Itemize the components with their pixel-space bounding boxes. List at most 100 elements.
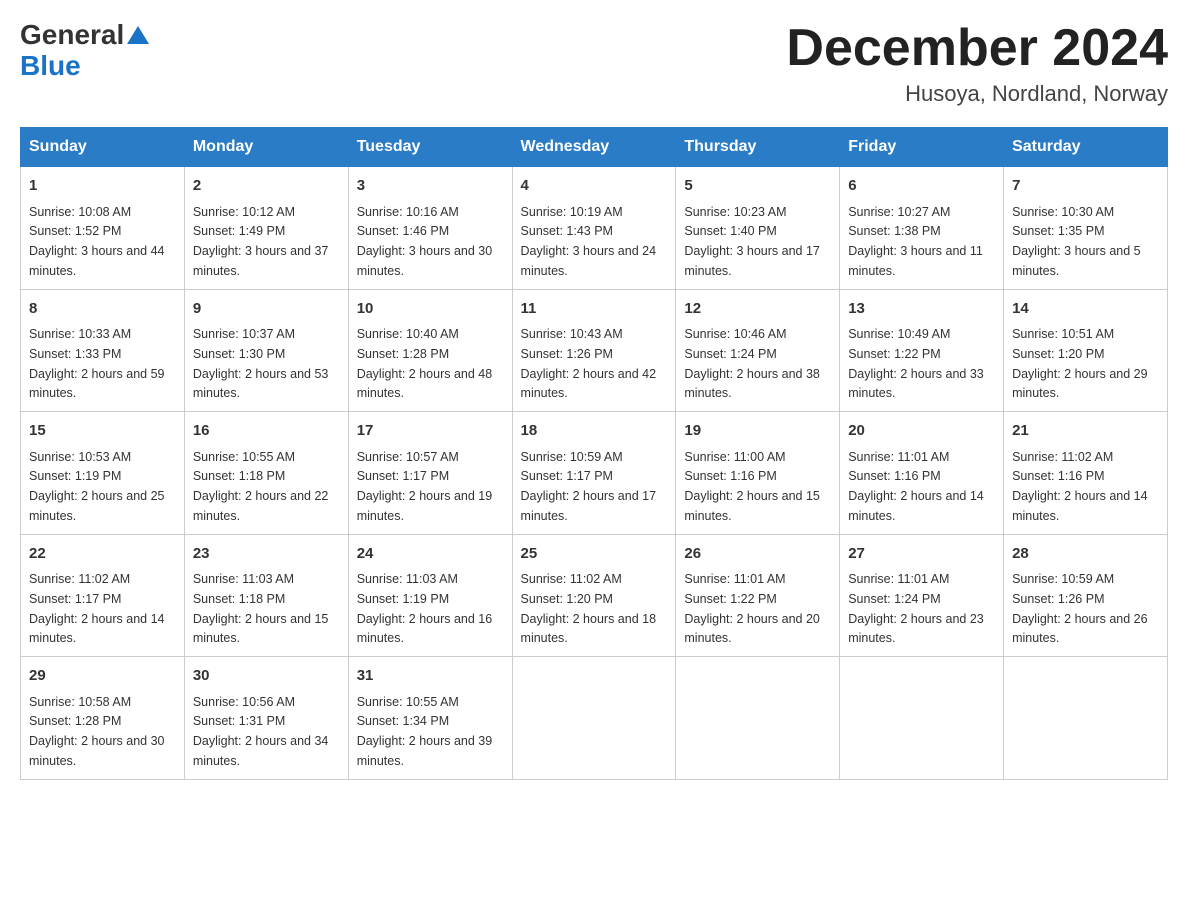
day-number: 16	[193, 420, 340, 443]
day-info: Sunrise: 10:51 AMSunset: 1:20 PMDaylight…	[1012, 327, 1148, 400]
header-thursday: Thursday	[676, 128, 840, 167]
header-sunday: Sunday	[21, 128, 185, 167]
day-number: 2	[193, 175, 340, 198]
location-subtitle: Husoya, Nordland, Norway	[786, 81, 1168, 107]
day-info: Sunrise: 10:08 AMSunset: 1:52 PMDaylight…	[29, 205, 165, 278]
calendar-week-row: 22 Sunrise: 11:02 AMSunset: 1:17 PMDayli…	[21, 534, 1168, 657]
table-row	[1004, 657, 1168, 780]
table-row: 15 Sunrise: 10:53 AMSunset: 1:19 PMDayli…	[21, 412, 185, 535]
day-info: Sunrise: 11:00 AMSunset: 1:16 PMDaylight…	[684, 450, 820, 523]
day-number: 5	[684, 175, 831, 198]
logo: General Blue	[20, 20, 149, 82]
calendar-table: Sunday Monday Tuesday Wednesday Thursday…	[20, 127, 1168, 780]
day-info: Sunrise: 11:01 AMSunset: 1:24 PMDaylight…	[848, 572, 984, 645]
day-number: 11	[521, 298, 668, 321]
table-row: 24 Sunrise: 11:03 AMSunset: 1:19 PMDayli…	[348, 534, 512, 657]
day-number: 29	[29, 665, 176, 688]
day-number: 30	[193, 665, 340, 688]
calendar-week-row: 8 Sunrise: 10:33 AMSunset: 1:33 PMDaylig…	[21, 289, 1168, 412]
table-row: 6 Sunrise: 10:27 AMSunset: 1:38 PMDaylig…	[840, 167, 1004, 290]
logo-triangle-icon	[127, 22, 149, 44]
header-friday: Friday	[840, 128, 1004, 167]
table-row: 8 Sunrise: 10:33 AMSunset: 1:33 PMDaylig…	[21, 289, 185, 412]
day-info: Sunrise: 10:12 AMSunset: 1:49 PMDaylight…	[193, 205, 329, 278]
table-row: 16 Sunrise: 10:55 AMSunset: 1:18 PMDayli…	[184, 412, 348, 535]
table-row: 9 Sunrise: 10:37 AMSunset: 1:30 PMDaylig…	[184, 289, 348, 412]
calendar-header-row: Sunday Monday Tuesday Wednesday Thursday…	[21, 128, 1168, 167]
table-row: 22 Sunrise: 11:02 AMSunset: 1:17 PMDayli…	[21, 534, 185, 657]
table-row	[840, 657, 1004, 780]
day-number: 27	[848, 543, 995, 566]
table-row: 11 Sunrise: 10:43 AMSunset: 1:26 PMDayli…	[512, 289, 676, 412]
table-row: 31 Sunrise: 10:55 AMSunset: 1:34 PMDayli…	[348, 657, 512, 780]
day-number: 1	[29, 175, 176, 198]
table-row: 28 Sunrise: 10:59 AMSunset: 1:26 PMDayli…	[1004, 534, 1168, 657]
day-info: Sunrise: 11:02 AMSunset: 1:17 PMDaylight…	[29, 572, 165, 645]
calendar-week-row: 15 Sunrise: 10:53 AMSunset: 1:19 PMDayli…	[21, 412, 1168, 535]
day-number: 21	[1012, 420, 1159, 443]
day-info: Sunrise: 10:55 AMSunset: 1:34 PMDaylight…	[357, 695, 493, 768]
day-number: 23	[193, 543, 340, 566]
day-info: Sunrise: 10:58 AMSunset: 1:28 PMDaylight…	[29, 695, 165, 768]
day-number: 6	[848, 175, 995, 198]
table-row: 18 Sunrise: 10:59 AMSunset: 1:17 PMDayli…	[512, 412, 676, 535]
day-info: Sunrise: 11:03 AMSunset: 1:18 PMDaylight…	[193, 572, 329, 645]
day-info: Sunrise: 11:02 AMSunset: 1:20 PMDaylight…	[521, 572, 657, 645]
day-number: 17	[357, 420, 504, 443]
day-number: 3	[357, 175, 504, 198]
day-info: Sunrise: 10:56 AMSunset: 1:31 PMDaylight…	[193, 695, 329, 768]
day-number: 8	[29, 298, 176, 321]
day-info: Sunrise: 10:33 AMSunset: 1:33 PMDaylight…	[29, 327, 165, 400]
table-row: 3 Sunrise: 10:16 AMSunset: 1:46 PMDaylig…	[348, 167, 512, 290]
day-info: Sunrise: 10:59 AMSunset: 1:17 PMDaylight…	[521, 450, 657, 523]
table-row: 20 Sunrise: 11:01 AMSunset: 1:16 PMDayli…	[840, 412, 1004, 535]
table-row: 17 Sunrise: 10:57 AMSunset: 1:17 PMDayli…	[348, 412, 512, 535]
day-info: Sunrise: 11:01 AMSunset: 1:16 PMDaylight…	[848, 450, 984, 523]
day-info: Sunrise: 10:49 AMSunset: 1:22 PMDaylight…	[848, 327, 984, 400]
table-row: 5 Sunrise: 10:23 AMSunset: 1:40 PMDaylig…	[676, 167, 840, 290]
day-number: 20	[848, 420, 995, 443]
table-row: 27 Sunrise: 11:01 AMSunset: 1:24 PMDayli…	[840, 534, 1004, 657]
day-info: Sunrise: 11:02 AMSunset: 1:16 PMDaylight…	[1012, 450, 1148, 523]
table-row: 2 Sunrise: 10:12 AMSunset: 1:49 PMDaylig…	[184, 167, 348, 290]
table-row: 1 Sunrise: 10:08 AMSunset: 1:52 PMDaylig…	[21, 167, 185, 290]
day-info: Sunrise: 10:27 AMSunset: 1:38 PMDaylight…	[848, 205, 983, 278]
table-row: 10 Sunrise: 10:40 AMSunset: 1:28 PMDayli…	[348, 289, 512, 412]
header-saturday: Saturday	[1004, 128, 1168, 167]
table-row: 23 Sunrise: 11:03 AMSunset: 1:18 PMDayli…	[184, 534, 348, 657]
day-number: 25	[521, 543, 668, 566]
day-info: Sunrise: 10:40 AMSunset: 1:28 PMDaylight…	[357, 327, 493, 400]
day-info: Sunrise: 10:59 AMSunset: 1:26 PMDaylight…	[1012, 572, 1148, 645]
day-info: Sunrise: 10:16 AMSunset: 1:46 PMDaylight…	[357, 205, 493, 278]
day-info: Sunrise: 10:37 AMSunset: 1:30 PMDaylight…	[193, 327, 329, 400]
calendar-week-row: 29 Sunrise: 10:58 AMSunset: 1:28 PMDayli…	[21, 657, 1168, 780]
day-info: Sunrise: 10:53 AMSunset: 1:19 PMDaylight…	[29, 450, 165, 523]
day-info: Sunrise: 10:46 AMSunset: 1:24 PMDaylight…	[684, 327, 820, 400]
table-row: 30 Sunrise: 10:56 AMSunset: 1:31 PMDayli…	[184, 657, 348, 780]
table-row: 7 Sunrise: 10:30 AMSunset: 1:35 PMDaylig…	[1004, 167, 1168, 290]
day-info: Sunrise: 11:03 AMSunset: 1:19 PMDaylight…	[357, 572, 493, 645]
day-number: 31	[357, 665, 504, 688]
day-number: 13	[848, 298, 995, 321]
day-number: 15	[29, 420, 176, 443]
day-info: Sunrise: 10:43 AMSunset: 1:26 PMDaylight…	[521, 327, 657, 400]
day-number: 7	[1012, 175, 1159, 198]
title-section: December 2024 Husoya, Nordland, Norway	[786, 20, 1168, 107]
header-wednesday: Wednesday	[512, 128, 676, 167]
table-row: 21 Sunrise: 11:02 AMSunset: 1:16 PMDayli…	[1004, 412, 1168, 535]
header-monday: Monday	[184, 128, 348, 167]
table-row: 25 Sunrise: 11:02 AMSunset: 1:20 PMDayli…	[512, 534, 676, 657]
day-info: Sunrise: 11:01 AMSunset: 1:22 PMDaylight…	[684, 572, 820, 645]
day-number: 12	[684, 298, 831, 321]
logo-blue-text: Blue	[20, 50, 81, 81]
day-info: Sunrise: 10:30 AMSunset: 1:35 PMDaylight…	[1012, 205, 1141, 278]
table-row: 26 Sunrise: 11:01 AMSunset: 1:22 PMDayli…	[676, 534, 840, 657]
table-row: 19 Sunrise: 11:00 AMSunset: 1:16 PMDayli…	[676, 412, 840, 535]
day-number: 10	[357, 298, 504, 321]
day-number: 26	[684, 543, 831, 566]
month-title: December 2024	[786, 20, 1168, 77]
day-info: Sunrise: 10:23 AMSunset: 1:40 PMDaylight…	[684, 205, 820, 278]
table-row: 4 Sunrise: 10:19 AMSunset: 1:43 PMDaylig…	[512, 167, 676, 290]
day-info: Sunrise: 10:57 AMSunset: 1:17 PMDaylight…	[357, 450, 493, 523]
table-row	[512, 657, 676, 780]
